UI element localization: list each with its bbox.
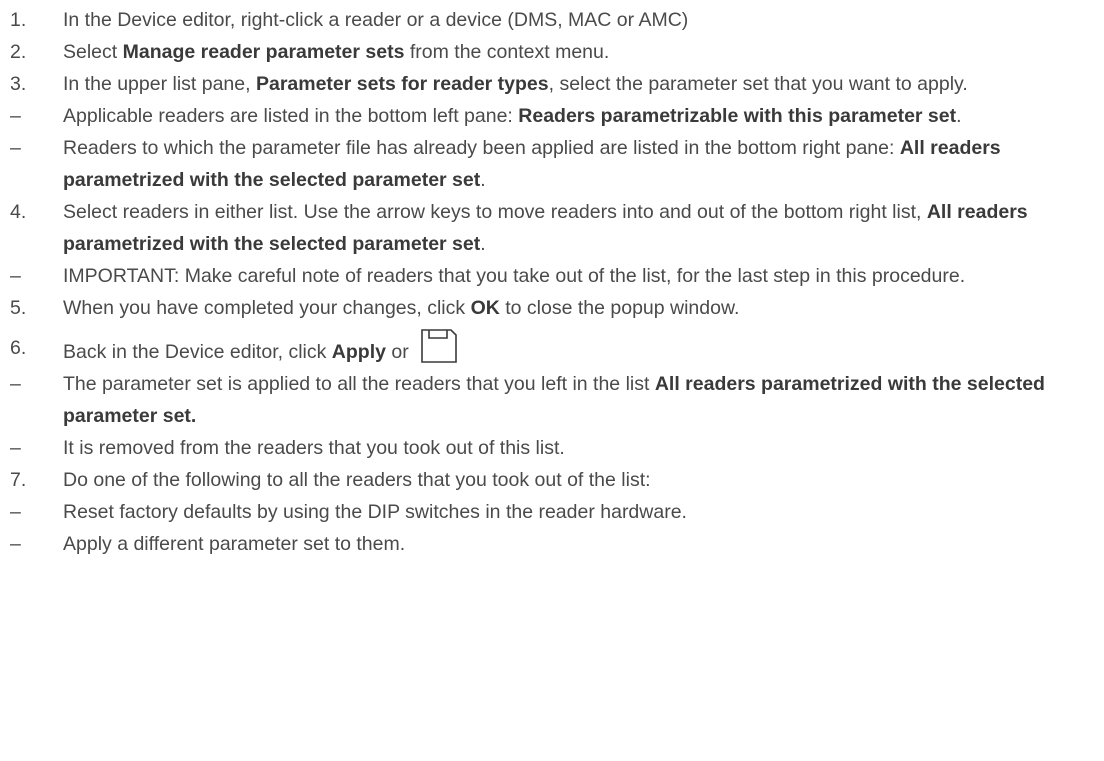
- procedure-step: 1. In the Device editor, right-click a re…: [10, 4, 1094, 36]
- procedure-step: 4. Select readers in either list. Use the…: [10, 196, 1094, 260]
- bullet-marker: –: [10, 501, 21, 523]
- ui-term-bold: Parameter sets for reader types: [255, 73, 549, 95]
- step-text-run: Apply a different parameter set to them.: [63, 533, 406, 555]
- step-text: Do one of the following to all the reade…: [63, 464, 1093, 496]
- step-number: 4.: [10, 201, 27, 223]
- step-text-run: IMPORTANT: Make careful note of readers …: [63, 265, 966, 287]
- procedure-step: – Apply a different parameter set to them…: [10, 528, 1094, 560]
- procedure-step: 7. Do one of the following to all the rea…: [10, 464, 1094, 496]
- step-text: In the Device editor, right-click a read…: [63, 4, 1093, 36]
- bullet-marker: –: [10, 137, 21, 159]
- step-text-run: .: [480, 233, 486, 255]
- bullet-marker: –: [10, 265, 21, 287]
- procedure-step: 3. In the upper list pane, Parameter sets…: [10, 68, 1094, 100]
- step-text: Select readers in either list. Use the a…: [63, 196, 1093, 260]
- step-text-run: , select the parameter set that you want…: [548, 73, 968, 95]
- step-text-run: In the upper list pane,: [63, 73, 256, 95]
- step-text-run: Applicable readers are listed in the bot…: [63, 105, 519, 127]
- procedure-step: 5. When you have completed your changes, …: [10, 292, 1094, 324]
- step-text: Readers to which the parameter file has …: [63, 132, 1093, 196]
- step-number: 7.: [10, 469, 27, 491]
- procedure-step: – It is removed from the readers that you…: [10, 432, 1094, 464]
- procedure-steps-list: 1. In the Device editor, right-click a re…: [10, 4, 1094, 560]
- step-text: Back in the Device editor, click Apply o…: [63, 329, 1093, 368]
- step-text-run: Reset factory defaults by using the DIP …: [63, 501, 687, 523]
- step-text-run: Select: [63, 41, 123, 63]
- procedure-step: 6. Back in the Device editor, click Apply…: [10, 329, 1094, 368]
- step-text-run: .: [480, 169, 486, 191]
- step-text-run: It is removed from the readers that you …: [63, 437, 565, 459]
- step-text: When you have completed your changes, cl…: [63, 292, 1093, 324]
- procedure-step: – Reset factory defaults by using the DIP…: [10, 496, 1094, 528]
- step-number: 6.: [10, 337, 27, 359]
- procedure-step: – The parameter set is applied to all the…: [10, 368, 1094, 432]
- step-number: 2.: [10, 41, 27, 63]
- step-text: Apply a different parameter set to them.: [63, 528, 1093, 560]
- step-text: Select Manage reader parameter sets from…: [63, 36, 1093, 68]
- bullet-marker: –: [10, 105, 21, 127]
- save-icon: [421, 329, 457, 363]
- procedure-document: 1. In the Device editor, right-click a re…: [0, 0, 1104, 560]
- bullet-marker: –: [10, 373, 21, 395]
- step-number: 3.: [10, 73, 27, 95]
- bullet-marker: –: [10, 533, 21, 555]
- step-text-run: Select readers in either list. Use the a…: [63, 201, 927, 223]
- step-number: 5.: [10, 297, 27, 319]
- step-text-run: When you have completed your changes, cl…: [63, 297, 471, 319]
- ui-term-bold: Manage reader parameter sets: [122, 41, 405, 63]
- ui-term-bold: Apply: [331, 341, 386, 363]
- bullet-marker: –: [10, 437, 21, 459]
- step-text-run: from the context menu.: [404, 41, 610, 63]
- procedure-step: – Readers to which the parameter file has…: [10, 132, 1094, 196]
- step-text-run: Back in the Device editor, click: [63, 341, 332, 363]
- step-text: The parameter set is applied to all the …: [63, 368, 1093, 432]
- step-text-run: In the Device editor, right-click a read…: [63, 9, 689, 31]
- step-text: In the upper list pane, Parameter sets f…: [63, 68, 1093, 100]
- procedure-step: 2. Select Manage reader parameter sets fr…: [10, 36, 1094, 68]
- step-text: Reset factory defaults by using the DIP …: [63, 496, 1093, 528]
- step-text-run: The parameter set is applied to all the …: [63, 373, 655, 395]
- step-text-run: to close the popup window.: [499, 297, 740, 319]
- step-text-run: .: [956, 105, 962, 127]
- step-text-run: or: [385, 341, 415, 363]
- procedure-step: – Applicable readers are listed in the bo…: [10, 100, 1094, 132]
- step-number: 1.: [10, 9, 27, 31]
- step-text: It is removed from the readers that you …: [63, 432, 1093, 464]
- procedure-step: – IMPORTANT: Make careful note of readers…: [10, 260, 1094, 292]
- step-text-run: Do one of the following to all the reade…: [63, 469, 651, 491]
- step-text: IMPORTANT: Make careful note of readers …: [63, 260, 1093, 292]
- step-text-run: Readers to which the parameter file has …: [63, 137, 900, 159]
- ui-term-bold: Readers parametrizable with this paramet…: [518, 105, 957, 127]
- step-text: Applicable readers are listed in the bot…: [63, 100, 1093, 132]
- ui-term-bold: OK: [470, 297, 500, 319]
